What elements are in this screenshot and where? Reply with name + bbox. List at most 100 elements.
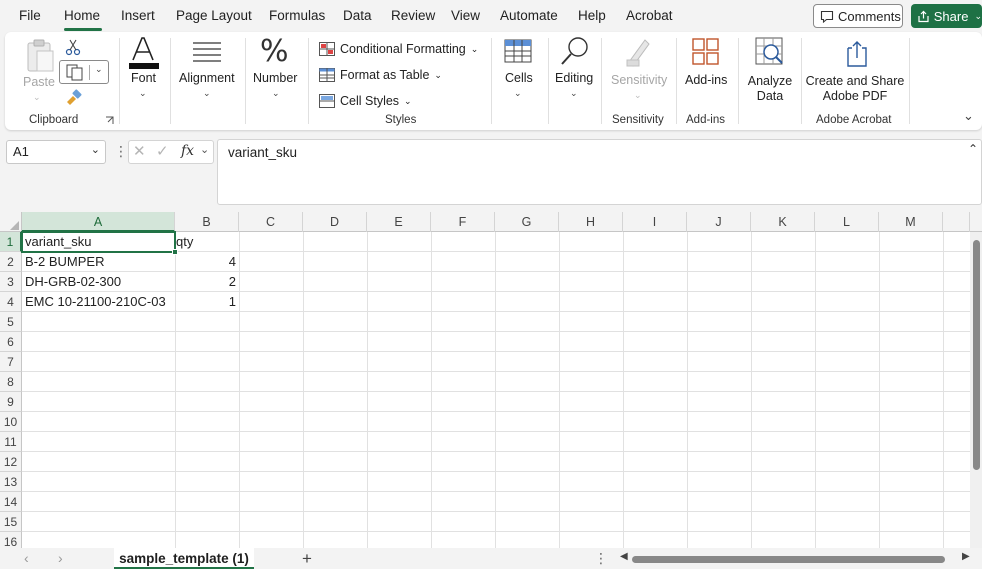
sheet-tab-active[interactable]: sample_template (1) (114, 548, 254, 569)
gridline (22, 431, 982, 432)
cell-b3[interactable]: 2 (175, 272, 239, 292)
row-header-16[interactable]: 16 (0, 532, 22, 548)
cut-icon[interactable] (65, 38, 81, 56)
gridline (815, 232, 816, 548)
row-header-2[interactable]: 2 (0, 252, 22, 272)
row-header-4[interactable]: 4 (0, 292, 22, 312)
tab-automate[interactable]: Automate (500, 8, 558, 23)
scroll-left-icon[interactable]: ‹ (24, 550, 29, 566)
paste-icon[interactable] (25, 39, 55, 73)
column-header-f[interactable]: F (431, 212, 495, 232)
chevron-down-icon: ⌄ (634, 90, 642, 100)
enter-check-icon[interactable]: ✓ (156, 142, 169, 160)
tab-page-layout[interactable]: Page Layout (176, 8, 252, 23)
cell-a2[interactable]: B-2 BUMPER (22, 252, 175, 272)
tab-help[interactable]: Help (578, 8, 606, 23)
tab-formulas[interactable]: Formulas (269, 8, 325, 23)
insert-function-icon[interactable]: fx (181, 143, 194, 159)
conditional-formatting-button[interactable]: Conditional Formatting ⌄ (319, 40, 478, 58)
column-header-d[interactable]: D (303, 212, 367, 232)
vertical-scroll-thumb[interactable] (973, 240, 980, 470)
tab-data[interactable]: Data (343, 8, 372, 23)
worksheet-grid[interactable]: A B C D E F G H I J K L M 1 2 3 4 5 6 7 … (0, 212, 982, 548)
cell-b2[interactable]: 4 (175, 252, 239, 272)
copy-button[interactable]: ⌄ (59, 60, 109, 84)
sensitivity-icon[interactable] (625, 36, 653, 68)
adobe-pdf-share-icon[interactable] (845, 40, 869, 68)
select-all-corner[interactable] (0, 212, 22, 232)
dialog-launcher-icon[interactable] (105, 116, 114, 125)
row-header-15[interactable]: 15 (0, 512, 22, 532)
separator (548, 38, 549, 124)
scroll-right-icon[interactable]: › (58, 550, 63, 566)
cell-a4[interactable]: EMC 10-21100-210C-03 (22, 292, 175, 312)
tab-insert[interactable]: Insert (121, 8, 155, 23)
gridline (303, 232, 304, 548)
ribbon-collapse-chevron-icon[interactable]: ⌄ (963, 108, 974, 124)
analyze-data-label-1: Analyze (747, 74, 793, 88)
cell-b4[interactable]: 1 (175, 292, 239, 312)
vertical-scrollbar[interactable] (970, 232, 982, 548)
column-header-j[interactable]: J (687, 212, 751, 232)
row-header-8[interactable]: 8 (0, 372, 22, 392)
horizontal-scroll-thumb[interactable] (632, 556, 945, 563)
share-label: Share (933, 8, 969, 24)
cell-a3[interactable]: DH-GRB-02-300 (22, 272, 175, 292)
add-sheet-button[interactable]: + (302, 549, 312, 569)
percent-icon[interactable]: % (260, 34, 289, 69)
row-header-5[interactable]: 5 (0, 312, 22, 332)
gridline (22, 451, 982, 452)
column-header-h[interactable]: H (559, 212, 623, 232)
column-header-k[interactable]: K (751, 212, 815, 232)
cell-styles-button[interactable]: Cell Styles ⌄ (319, 92, 412, 110)
comments-button[interactable]: Comments (813, 4, 903, 28)
horizontal-scrollbar[interactable]: ◀ ▶ (620, 551, 972, 565)
name-box[interactable]: A1 ⌄ (6, 140, 106, 164)
cancel-icon[interactable]: ✕ (133, 142, 146, 160)
tab-acrobat[interactable]: Acrobat (626, 8, 673, 23)
row-header-10[interactable]: 10 (0, 412, 22, 432)
row-header-6[interactable]: 6 (0, 332, 22, 352)
cell-styles-icon (319, 94, 335, 108)
row-header-11[interactable]: 11 (0, 432, 22, 452)
more-options-icon[interactable]: ⋮ (114, 143, 128, 160)
formula-bar-input[interactable]: variant_sku ⌃ (217, 139, 982, 205)
tab-view[interactable]: View (451, 8, 480, 23)
column-header-e[interactable]: E (367, 212, 431, 232)
format-as-table-button[interactable]: Format as Table ⌄ (319, 66, 442, 84)
more-options-icon[interactable]: ⋮ (594, 550, 608, 567)
scroll-right-arrow-icon[interactable]: ▶ (962, 551, 970, 562)
column-header-partial[interactable] (943, 212, 970, 232)
row-header-9[interactable]: 9 (0, 392, 22, 412)
row-header-12[interactable]: 12 (0, 452, 22, 472)
tab-file[interactable]: File (19, 8, 41, 23)
add-ins-icon[interactable] (692, 38, 720, 66)
column-header-l[interactable]: L (815, 212, 879, 232)
column-header-a[interactable]: A (22, 212, 175, 232)
alignment-icon[interactable] (192, 41, 222, 63)
tab-home[interactable]: Home (64, 8, 100, 23)
column-header-b[interactable]: B (175, 212, 239, 232)
cells-icon[interactable] (504, 37, 532, 65)
acrobat-label-1: Create and Share (805, 74, 905, 88)
row-header-13[interactable]: 13 (0, 472, 22, 492)
analyze-data-icon[interactable] (755, 37, 785, 67)
share-button[interactable]: Share ⌄ (911, 4, 982, 28)
column-header-c[interactable]: C (239, 212, 303, 232)
column-header-i[interactable]: I (623, 212, 687, 232)
format-painter-icon[interactable] (65, 89, 83, 105)
fill-handle[interactable] (172, 249, 178, 255)
search-icon[interactable] (560, 36, 590, 68)
sensitivity-group-label: Sensitivity (612, 114, 664, 126)
scroll-left-arrow-icon[interactable]: ◀ (620, 551, 628, 562)
column-header-m[interactable]: M (879, 212, 943, 232)
font-icon[interactable] (128, 36, 160, 70)
column-header-g[interactable]: G (495, 212, 559, 232)
row-header-7[interactable]: 7 (0, 352, 22, 372)
collapse-formula-bar-icon[interactable]: ⌃ (968, 142, 978, 156)
row-header-1[interactable]: 1 (0, 232, 22, 252)
row-header-14[interactable]: 14 (0, 492, 22, 512)
tab-review[interactable]: Review (391, 8, 435, 23)
cell-b1[interactable]: qty (175, 232, 239, 252)
row-header-3[interactable]: 3 (0, 272, 22, 292)
